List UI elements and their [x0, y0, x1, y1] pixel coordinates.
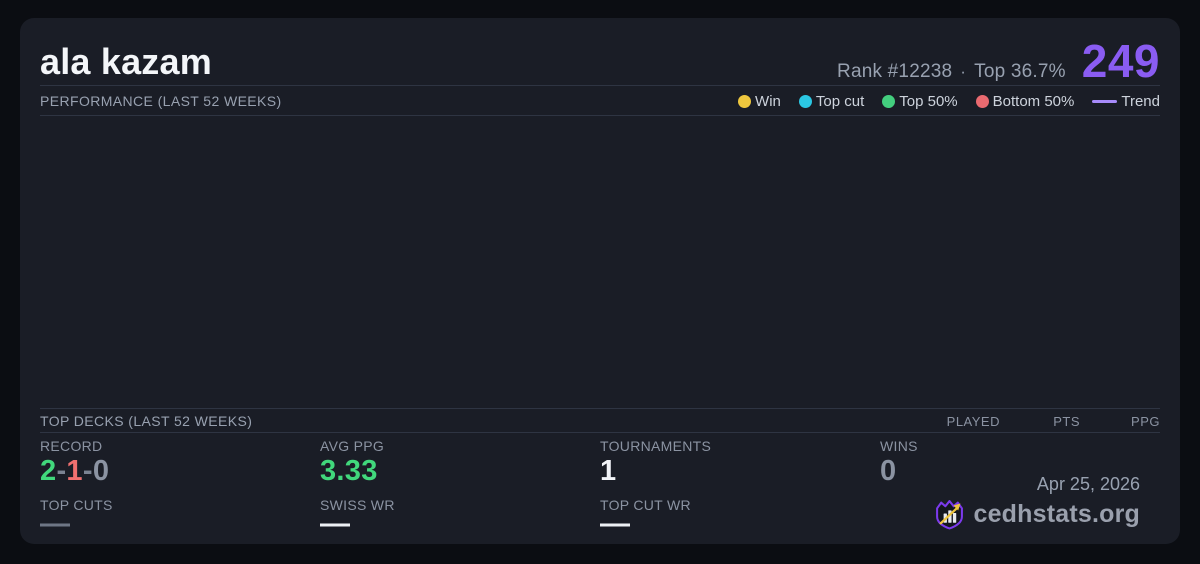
- top-cut-wr-value: —: [600, 507, 630, 540]
- top-cuts-value: —: [40, 507, 70, 540]
- stat-top-cuts: TOP CUTS —: [40, 497, 320, 540]
- stat-record: RECORD 2-1-0: [40, 438, 320, 488]
- record-sep: -: [56, 455, 67, 487]
- legend-item-bottom-50: Bottom 50%: [975, 92, 1075, 110]
- performance-header: PERFORMANCE (LAST 52 WEEKS): [40, 93, 282, 109]
- column-header-ppg: PPG: [1131, 413, 1160, 429]
- legend-label: Top 50%: [899, 92, 958, 110]
- top-decks-section-header: TOP DECKS (LAST 52 WEEKS) PLAYED PTS PPG: [40, 410, 1160, 432]
- tournaments-value: 1: [600, 455, 617, 487]
- stat-label: SWISS WR: [320, 497, 395, 513]
- legend-label: Bottom 50%: [992, 92, 1075, 110]
- divider: [40, 85, 1160, 86]
- record-losses: 1: [66, 455, 83, 487]
- footer-branding: Apr 25, 2026 cedhstats.org: [934, 474, 1140, 530]
- stat-label: TOP CUTS: [40, 497, 113, 513]
- stat-top-cut-wr: TOP CUT WR —: [600, 497, 880, 540]
- points-value: 249: [1081, 35, 1160, 87]
- stat-label: WINS: [880, 438, 918, 454]
- legend-item-trend: Trend: [1092, 93, 1160, 110]
- top-cut-dot-icon: [798, 94, 812, 108]
- rank-summary: Rank #12238 · Top 36.7%: [837, 61, 1066, 83]
- stat-label: TOP CUT WR: [600, 497, 691, 513]
- date-label: Apr 25, 2026: [1036, 474, 1140, 494]
- divider: [40, 408, 1160, 409]
- stat-label: AVG PPG: [320, 438, 385, 454]
- legend-label: Top cut: [815, 92, 865, 110]
- top-percent-text: Top 36.7%: [974, 61, 1066, 82]
- record-draws: 0: [92, 455, 110, 487]
- record-wins: 2: [40, 455, 57, 487]
- trend-line-icon: [1092, 99, 1118, 103]
- top-decks-header: TOP DECKS (LAST 52 WEEKS): [40, 413, 253, 429]
- record-sep: -: [82, 455, 93, 487]
- swiss-wr-value: —: [320, 507, 350, 540]
- legend-item-top-50: Top 50%: [882, 92, 958, 110]
- rank-text: Rank #12238: [837, 61, 953, 82]
- stat-avg-ppg: AVG PPG 3.33: [320, 438, 600, 488]
- top-decks-column-headers: PLAYED PTS PPG: [920, 414, 1160, 429]
- card-header: ala kazam Rank #12238 · Top 36.7% 249: [40, 34, 1160, 84]
- bottom-50-dot-icon: [975, 94, 989, 108]
- legend-item-win: Win: [738, 93, 781, 110]
- record-value: 2-1-0: [40, 454, 320, 488]
- brand-link[interactable]: cedhstats.org: [934, 499, 1140, 530]
- column-header-pts: PTS: [1053, 413, 1080, 429]
- top-50-dot-icon: [882, 94, 896, 108]
- cedhstats-logo-icon: [936, 500, 964, 530]
- column-header-played: PLAYED: [946, 413, 1000, 429]
- avg-ppg-value: 3.33: [320, 455, 378, 487]
- legend-label: Win: [755, 92, 781, 110]
- performance-section-header: PERFORMANCE (LAST 52 WEEKS) Win Top cut …: [40, 88, 1160, 114]
- stats-card: ala kazam Rank #12238 · Top 36.7% 249 PERF…: [20, 18, 1180, 544]
- rank-separator: ·: [960, 62, 967, 81]
- legend-label: Trend: [1121, 92, 1160, 110]
- chart-legend: Win Top cut Top 50% Bottom 50% Trend: [738, 93, 1160, 110]
- page-title: ala kazam: [40, 41, 212, 82]
- brand-text: cedhstats.org: [973, 500, 1140, 528]
- stat-swiss-wr: SWISS WR —: [320, 497, 600, 540]
- stat-tournaments: TOURNAMENTS 1: [600, 438, 880, 488]
- win-dot-icon: [738, 94, 752, 108]
- stat-label: TOURNAMENTS: [600, 438, 712, 454]
- performance-chart: [40, 116, 1160, 408]
- stats-grid: RECORD 2-1-0 AVG PPG 3.33 TOURNAMENTS 1 …: [40, 438, 1160, 544]
- stat-label: RECORD: [40, 438, 103, 454]
- rank-block: Rank #12238 · Top 36.7% 249: [837, 38, 1160, 84]
- legend-item-top-cut: Top cut: [798, 92, 865, 110]
- divider: [40, 432, 1160, 433]
